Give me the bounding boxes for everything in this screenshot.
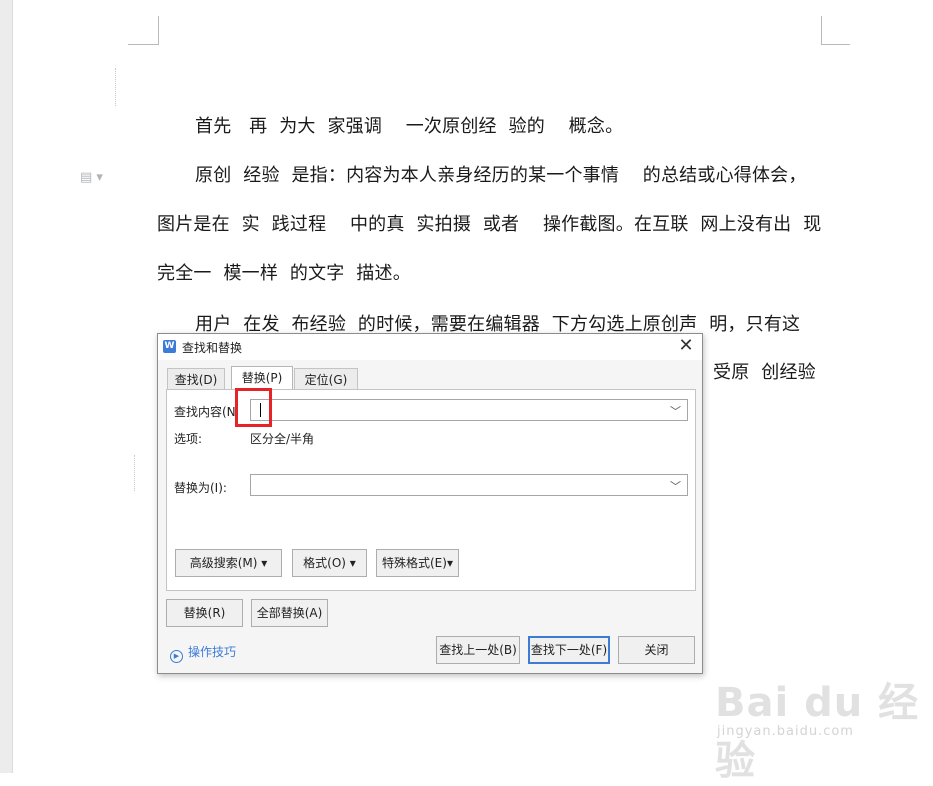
chevron-down-icon[interactable]: ﹀ xyxy=(670,478,681,494)
advanced-search-button[interactable]: 高级搜索(M) ▾ xyxy=(175,549,282,577)
find-replace-dialog: W 查找和替换 ✕ 查找(D) 替换(P) 定位(G) 查找内容(N ﹀ 选项:… xyxy=(157,333,703,674)
replace-button[interactable]: 替换(R) xyxy=(166,599,243,627)
margin-guide xyxy=(134,455,135,491)
crop-mark-top-left xyxy=(128,16,159,45)
document-icon[interactable]: ▤ ▾ xyxy=(80,170,103,185)
doc-paragraph: 图片是在 实 践过程 中的真 实拍摄 或者 操作截图。在互联 网上没有出 现 xyxy=(157,214,822,235)
close-icon[interactable]: ✕ xyxy=(676,336,696,356)
tips-link-label: 操作技巧 xyxy=(188,645,237,659)
doc-paragraph: 原创 经验 是指：内容为本人亲身经历的某一个事情 的总结或心得体会， xyxy=(195,165,807,186)
margin-guide xyxy=(115,68,116,106)
doc-paragraph: 完全一 模一样 的文字 描述。 xyxy=(157,263,411,284)
crop-mark-top-right xyxy=(821,16,850,45)
options-label: 选项: xyxy=(174,432,203,446)
chevron-down-icon[interactable]: ﹀ xyxy=(670,403,681,419)
doc-paragraph: 受原 创经验 xyxy=(713,362,816,383)
find-previous-button[interactable]: 查找上一处(B) xyxy=(436,636,520,664)
replace-all-button[interactable]: 全部替换(A) xyxy=(251,599,328,627)
left-margin-strip xyxy=(0,0,13,773)
special-format-button[interactable]: 特殊格式(E)▾ xyxy=(376,549,459,577)
tab-goto[interactable]: 定位(G) xyxy=(294,368,358,390)
play-icon: ▶ xyxy=(170,650,183,663)
tab-find[interactable]: 查找(D) xyxy=(167,368,225,390)
find-next-button[interactable]: 查找下一处(F) xyxy=(528,636,610,664)
watermark-url: jingyan.baidu.com xyxy=(717,724,854,739)
find-content-input[interactable]: ﹀ xyxy=(250,399,688,421)
options-value: 区分全/半角 xyxy=(250,432,315,446)
close-button[interactable]: 关闭 xyxy=(618,636,695,664)
replace-with-input[interactable]: ﹀ xyxy=(250,474,688,496)
doc-paragraph: 首先 再 为大 家强调 一次原创经 验的 概念。 xyxy=(195,116,624,137)
annotation-highlight-box xyxy=(235,388,272,427)
tips-link[interactable]: ▶ 操作技巧 xyxy=(170,643,236,663)
wps-writer-icon: W xyxy=(163,340,176,353)
replace-with-label: 替换为(I): xyxy=(174,481,227,495)
baidu-jingyan-watermark: Bai du 经验 jingyan.baidu.com xyxy=(715,670,933,786)
format-button[interactable]: 格式(O) ▾ xyxy=(292,549,367,577)
dialog-title: 查找和替换 xyxy=(182,341,243,355)
find-content-label: 查找内容(N xyxy=(174,405,236,419)
dialog-titlebar[interactable]: W 查找和替换 ✕ xyxy=(158,334,702,360)
tab-replace[interactable]: 替换(P) xyxy=(231,366,293,390)
